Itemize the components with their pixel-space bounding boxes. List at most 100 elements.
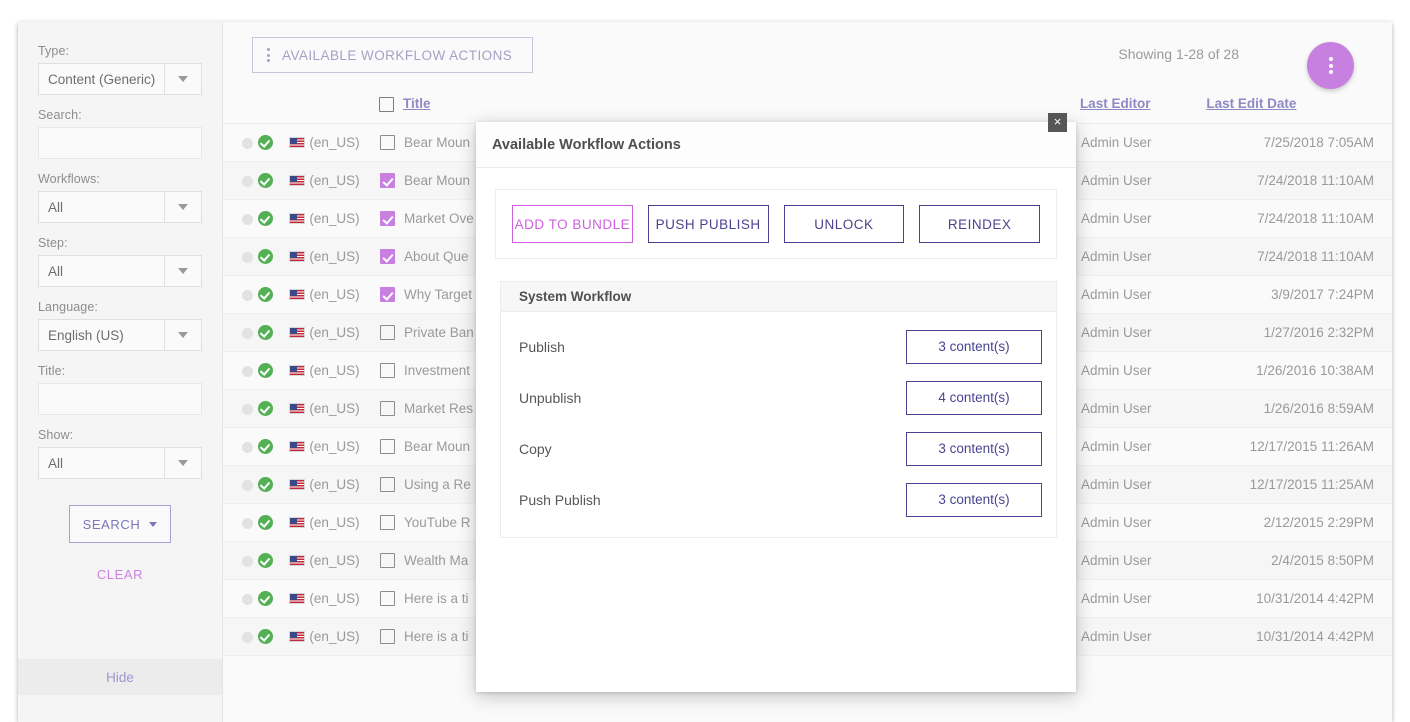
row-title[interactable]: Bear Moun (404, 439, 470, 454)
row-language-label: (en_US) (309, 325, 359, 340)
chevron-down-icon[interactable] (164, 256, 201, 286)
row-title[interactable]: Bear Moun (404, 173, 470, 188)
row-language: (en_US) (288, 617, 379, 655)
filter-fields: Type:Content (Generic)Search:Workflows:A… (38, 44, 202, 479)
row-title[interactable]: Bear Moun (404, 135, 470, 150)
published-check-icon (258, 629, 273, 644)
row-checkbox[interactable] (380, 553, 395, 568)
filter-select[interactable]: Content (Generic) (38, 63, 202, 95)
row-last-edit-date: 2/4/2015 8:50PM (1206, 541, 1392, 579)
us-flag-icon (289, 631, 305, 642)
row-last-editor: Admin User (1080, 579, 1206, 617)
row-checkbox[interactable] (380, 249, 395, 264)
grey-dot-icon (242, 176, 253, 187)
row-checkbox[interactable] (380, 287, 395, 302)
row-indicator (223, 503, 257, 541)
row-title[interactable]: Private Ban (404, 325, 474, 340)
available-workflow-actions-button[interactable]: AVAILABLE WORKFLOW ACTIONS (252, 37, 533, 73)
filter-field: Workflows:All (38, 172, 202, 223)
workflow-content-count-button[interactable]: 3 content(s) (906, 432, 1042, 466)
filter-select[interactable]: All (38, 191, 202, 223)
workflow-content-count-button[interactable]: 3 content(s) (906, 483, 1042, 517)
row-last-edit-date: 3/9/2017 7:24PM (1206, 275, 1392, 313)
filter-field: Language:English (US) (38, 300, 202, 351)
chevron-down-icon[interactable] (164, 64, 201, 94)
row-language: (en_US) (288, 123, 379, 161)
row-language: (en_US) (288, 503, 379, 541)
row-title[interactable]: Using a Re (404, 477, 471, 492)
clear-filters-link[interactable]: CLEAR (38, 567, 202, 582)
row-language: (en_US) (288, 541, 379, 579)
filter-select[interactable]: All (38, 255, 202, 287)
row-title[interactable]: Market Res (404, 401, 473, 416)
row-last-edit-date: 7/24/2018 11:10AM (1206, 199, 1392, 237)
row-checkbox[interactable] (380, 401, 395, 416)
row-language: (en_US) (288, 313, 379, 351)
filter-text-input[interactable] (38, 383, 202, 415)
row-last-edit-date: 10/31/2014 4:42PM (1206, 617, 1392, 655)
row-last-editor: Admin User (1080, 161, 1206, 199)
chevron-down-icon[interactable] (164, 448, 201, 478)
row-last-edit-date: 7/25/2018 7:05AM (1206, 123, 1392, 161)
row-title[interactable]: Here is a ti (404, 591, 469, 606)
filter-field-label: Step: (38, 236, 202, 250)
col-title-label[interactable]: Title (403, 96, 431, 111)
row-language-label: (en_US) (309, 173, 359, 188)
row-title[interactable]: Why Target (404, 287, 472, 302)
search-button[interactable]: SEARCH (69, 505, 171, 543)
workflow-action-button[interactable]: PUSH PUBLISH (648, 205, 769, 243)
filter-field: Title: (38, 364, 202, 415)
row-checkbox[interactable] (380, 591, 395, 606)
select-all-checkbox[interactable] (379, 97, 394, 112)
row-last-editor: Admin User (1080, 275, 1206, 313)
row-status (257, 541, 289, 579)
filter-text-input[interactable] (38, 127, 202, 159)
row-last-edit-date: 7/24/2018 11:10AM (1206, 161, 1392, 199)
row-checkbox[interactable] (380, 363, 395, 378)
toolbar: AVAILABLE WORKFLOW ACTIONS Showing 1-28 … (223, 22, 1392, 85)
grey-dot-icon (242, 252, 253, 263)
available-workflow-actions-modal: × Available Workflow Actions ADD TO BUND… (476, 122, 1076, 692)
row-last-edit-date: 7/24/2018 11:10AM (1206, 237, 1392, 275)
grey-dot-icon (242, 480, 253, 491)
row-checkbox[interactable] (380, 515, 395, 530)
col-last-edit-date-label[interactable]: Last Edit Date (1206, 96, 1296, 111)
row-last-editor: Admin User (1080, 389, 1206, 427)
filter-field-label: Title: (38, 364, 202, 378)
actions-fab-button[interactable] (1307, 42, 1354, 89)
row-checkbox[interactable] (380, 173, 395, 188)
published-check-icon (258, 515, 273, 530)
col-last-editor-label[interactable]: Last Editor (1080, 96, 1151, 111)
chevron-down-icon[interactable] (164, 192, 201, 222)
workflow-action-button[interactable]: ADD TO BUNDLE (512, 205, 633, 243)
row-checkbox[interactable] (380, 439, 395, 454)
row-checkbox[interactable] (380, 135, 395, 150)
row-checkbox[interactable] (380, 629, 395, 644)
col-status (257, 85, 289, 123)
workflow-row: Publish3 content(s) (519, 321, 1042, 372)
chevron-down-icon[interactable] (164, 320, 201, 350)
row-checkbox[interactable] (380, 325, 395, 340)
row-checkbox[interactable] (380, 211, 395, 226)
grey-dot-icon (242, 366, 253, 377)
row-title[interactable]: YouTube R (404, 515, 471, 530)
hide-sidebar-button[interactable]: Hide (18, 659, 222, 695)
filter-select[interactable]: All (38, 447, 202, 479)
grey-dot-icon (242, 404, 253, 415)
grey-dot-icon (242, 328, 253, 339)
workflow-content-count-button[interactable]: 4 content(s) (906, 381, 1042, 415)
workflow-content-count-button[interactable]: 3 content(s) (906, 330, 1042, 364)
workflow-action-button[interactable]: REINDEX (919, 205, 1040, 243)
workflow-action-button[interactable]: UNLOCK (784, 205, 905, 243)
row-title[interactable]: Investment (404, 363, 470, 378)
row-status (257, 275, 289, 313)
row-title[interactable]: Wealth Ma (404, 553, 468, 568)
filter-select[interactable]: English (US) (38, 319, 202, 351)
row-checkbox[interactable] (380, 477, 395, 492)
row-title[interactable]: Here is a ti (404, 629, 469, 644)
row-title[interactable]: About Que (404, 249, 469, 264)
workflow-row: Push Publish3 content(s) (519, 474, 1042, 525)
row-title[interactable]: Market Ove (404, 211, 474, 226)
close-icon[interactable]: × (1048, 113, 1067, 132)
row-indicator (223, 351, 257, 389)
